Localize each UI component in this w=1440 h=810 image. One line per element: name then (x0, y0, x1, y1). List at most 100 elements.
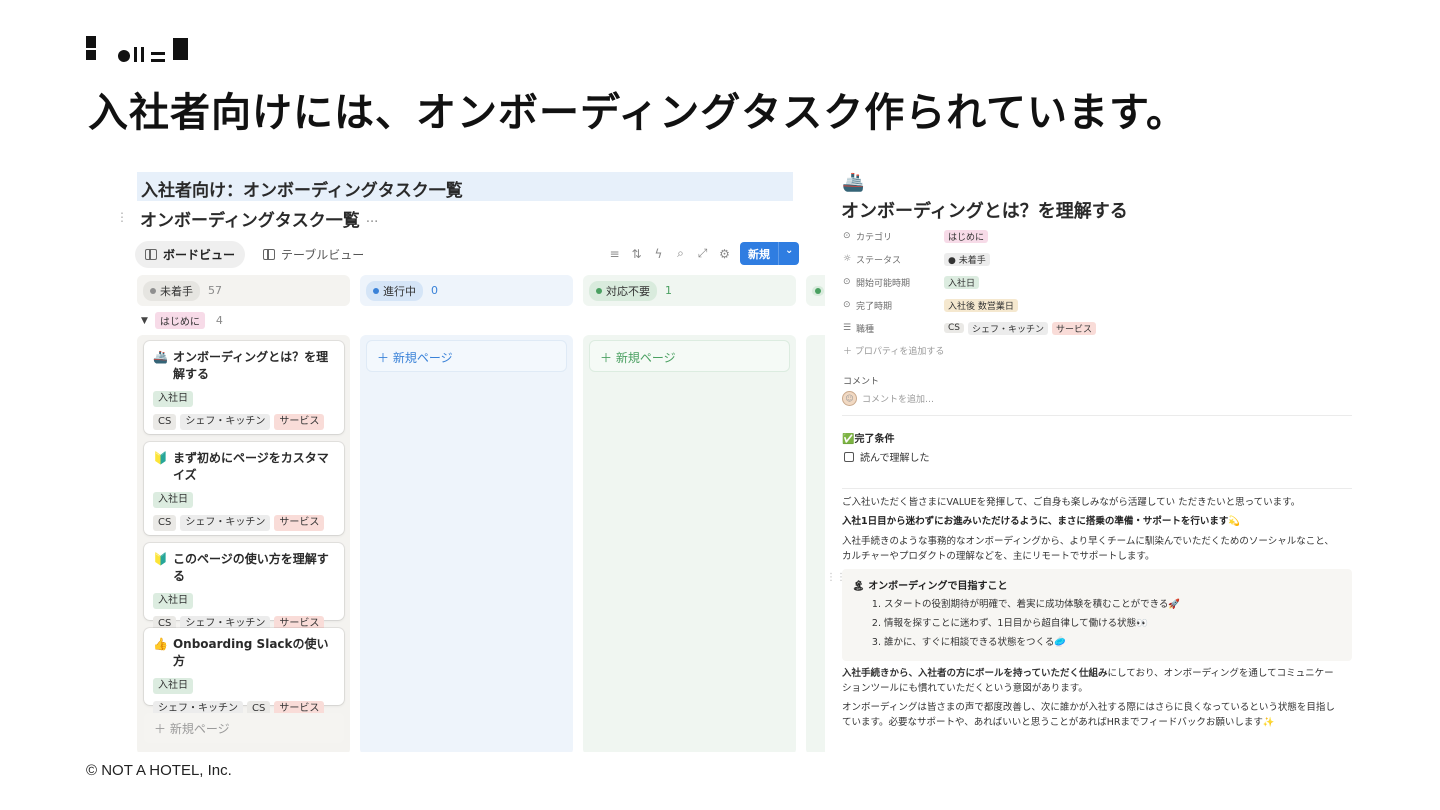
property-name: カテゴリ (856, 232, 893, 243)
column-count: 57 (208, 284, 222, 297)
checkbox[interactable] (844, 451, 854, 462)
status-badge: 対応不要 (589, 280, 657, 301)
paragraph: ています。必要なサポートや、あればいいと思うことがあればHRまでフィードバックお… (842, 717, 1275, 728)
property-value: ● 未着手 (944, 252, 990, 266)
list-item: 情報を探すことに迷わず、1日目から超自律して働ける状態👀 (884, 614, 1342, 633)
group-count: 4 (215, 314, 223, 327)
list-item: スタートの役割期待が明確で、着実に成功体験を積むことができる🚀 (884, 595, 1342, 614)
callout-block: 🏝 オンボーディングで目指すこと スタートの役割期待が明確で、着実に成功体験を積… (842, 569, 1352, 661)
column-header-not-started[interactable]: 未着手 57 (137, 275, 350, 306)
property-due[interactable]: ⊙ 完了時期 入社後 数営業日 (843, 297, 1022, 313)
tab-table-view[interactable]: テーブルビュー (253, 241, 374, 268)
card-title-text: まず初めにページをカスタマイズ (172, 451, 329, 482)
slide-title: 入社者向けには、オンボーディングタスク作られています。 (88, 90, 1187, 136)
drag-handle-icon[interactable]: ⋮ (116, 210, 128, 224)
start-date-tag: 入社日 (153, 593, 193, 609)
role-tag: CS (153, 414, 177, 430)
task-card[interactable]: 🔰 まず初めにページをカスタマイズ 入社日 CS シェフ・キッチン サービス (144, 442, 344, 535)
column-count: 1 (665, 284, 672, 297)
paragraph-bold: 入社1日目から迷わずにお進みいただけるように、まさに搭乗の準備・サポートを行いま… (842, 516, 1241, 527)
tab-table-view-label: テーブルビュー (281, 248, 365, 262)
callout-title: 🏝 オンボーディングで目指すこと (852, 577, 1342, 592)
property-name: 職種 (856, 324, 875, 335)
role-tag: シェフ・キッチン (180, 515, 271, 531)
completion-criteria-heading: ✅完了条件 (842, 434, 895, 445)
add-property-button[interactable]: ＋ プロパティを追加する (843, 344, 944, 357)
property-role[interactable]: ☰ 職種 CS シェフ・キッチン サービス (843, 320, 1100, 336)
property-value: 入社後 数営業日 (944, 298, 1018, 312)
property-name: 開始可能時期 (856, 278, 911, 289)
sort-icon[interactable]: ⇅ (630, 247, 643, 261)
card-title-text: Onboarding Slackの使い方 (172, 637, 329, 668)
thumbs-up-icon: 👍 (153, 637, 168, 651)
chevron-down-icon[interactable]: ⌄ (778, 242, 799, 265)
status-dot-icon (373, 287, 379, 294)
property-status[interactable]: ☼ ステータス ● 未着手 (843, 251, 994, 267)
card-title: 🚢 オンボーディングとは？を理解する (153, 349, 335, 383)
more-options-icon[interactable]: ··· (366, 215, 378, 230)
column-header-not-needed[interactable]: 対応不要 1 (583, 275, 796, 306)
add-new-page-button[interactable]: ＋ 新規ページ (144, 713, 344, 743)
property-value: サービス (1052, 321, 1097, 335)
status-label: 対応不要 (606, 284, 650, 298)
copyright-footer: © NOT A HOTEL, Inc. (86, 762, 232, 779)
property-category[interactable]: ⊙ カテゴリ はじめに (843, 228, 992, 244)
task-card[interactable]: 👍 Onboarding Slackの使い方 入社日 シェフ・キッチン CS サービス (144, 628, 344, 717)
view-tabs: ボードビュー テーブルビュー (135, 241, 374, 268)
status-dot-icon (596, 287, 602, 294)
status-dot-icon (815, 287, 821, 294)
island-icon: 🏝 (852, 581, 865, 592)
task-card[interactable]: 🚢 オンボーディングとは？を理解する 入社日 CS シェフ・キッチン サービス (144, 341, 344, 434)
table-view-icon (263, 249, 276, 260)
expand-icon[interactable]: ⤢ (696, 246, 709, 261)
new-page-button-not-needed[interactable]: ＋ 新規ページ (589, 340, 790, 372)
card-title: 🔰 このページの使い方を理解する (153, 551, 335, 585)
role-tag: シェフ・キッチン (180, 414, 271, 430)
comment-placeholder: コメントを追加… (862, 395, 935, 405)
tab-board-view[interactable]: ボードビュー (135, 241, 246, 268)
category-icon: ⊙ (843, 231, 851, 241)
start-date-tag: 入社日 (153, 391, 193, 407)
database-title-text: オンボーディングタスク一覧 (140, 211, 360, 231)
column-count: 0 (431, 284, 438, 297)
automation-icon[interactable]: ϟ (652, 247, 665, 261)
goal-list: スタートの役割期待が明確で、着実に成功体験を積むことができる🚀 情報を探すことに… (884, 595, 1342, 652)
new-button[interactable]: 新規 ⌄ (740, 242, 800, 265)
ship-icon: 🚢 (153, 350, 168, 364)
property-start[interactable]: ⊙ 開始可能時期 入社日 (843, 274, 983, 290)
beginner-mark-icon: 🔰 (153, 552, 168, 566)
database-title[interactable]: オンボーディングタスク一覧 ··· (140, 206, 378, 231)
page-title[interactable]: オンボーディングとは？を理解する (841, 197, 1128, 223)
column-body-partial (806, 335, 825, 752)
role-tag: サービス (274, 515, 325, 531)
property-value: はじめに (944, 229, 989, 243)
database-toolbar: ≡ ⇅ ϟ ⌕ ⤢ ⚙ 新規 ⌄ (608, 242, 800, 265)
group-header[interactable]: ▼ はじめに 4 (141, 312, 223, 329)
triangle-down-icon[interactable]: ▼ (141, 316, 148, 326)
property-value: 入社日 (944, 275, 980, 289)
settings-icon[interactable]: ⚙ (718, 247, 731, 261)
new-page-button-in-progress[interactable]: ＋ 新規ページ (366, 340, 567, 372)
role-tag: CS (153, 515, 177, 531)
comment-input[interactable]: ☺ コメントを追加… (842, 391, 934, 406)
status-dot-icon (150, 287, 156, 294)
board-screenshot: 入社者向け：オンボーディングタスク一覧 ⋮ オンボーディングタスク一覧 ··· ボ… (110, 168, 825, 752)
property-value: CS (944, 323, 964, 333)
page-screenshot: 🚢 オンボーディングとは？を理解する ⊙ カテゴリ はじめに ☼ ステータス ● 未… (826, 168, 1366, 752)
card-title-text: オンボーディングとは？を理解する (172, 350, 329, 381)
column-header-partial[interactable] (806, 275, 825, 306)
paragraph: ションツールにも慣れていただくという意図があります。 (842, 683, 1088, 694)
comment-label: コメント (843, 377, 880, 387)
task-card[interactable]: 🔰 このページの使い方を理解する 入社日 CS シェフ・キッチン サービス (144, 543, 344, 632)
start-date-tag: 入社日 (153, 678, 193, 694)
callout-title-text: オンボーディングで目指すこと (868, 581, 1008, 592)
paragraph: オンボーディングは皆さまの声で都度改善し、次に誰かが入社する際にはさらに良くなっ… (842, 702, 1335, 713)
ship-icon[interactable]: 🚢 (842, 172, 864, 193)
avatar: ☺ (842, 391, 857, 406)
paragraph: カルチャーやプロダクトの理解などを、主にリモートでサポートします。 (842, 551, 1155, 562)
search-icon[interactable]: ⌕ (674, 246, 687, 261)
checklist-item[interactable]: 読んで理解した (844, 449, 930, 464)
filter-icon[interactable]: ≡ (608, 247, 621, 261)
column-header-in-progress[interactable]: 進行中 0 (360, 275, 573, 306)
property-name: 完了時期 (856, 301, 893, 312)
